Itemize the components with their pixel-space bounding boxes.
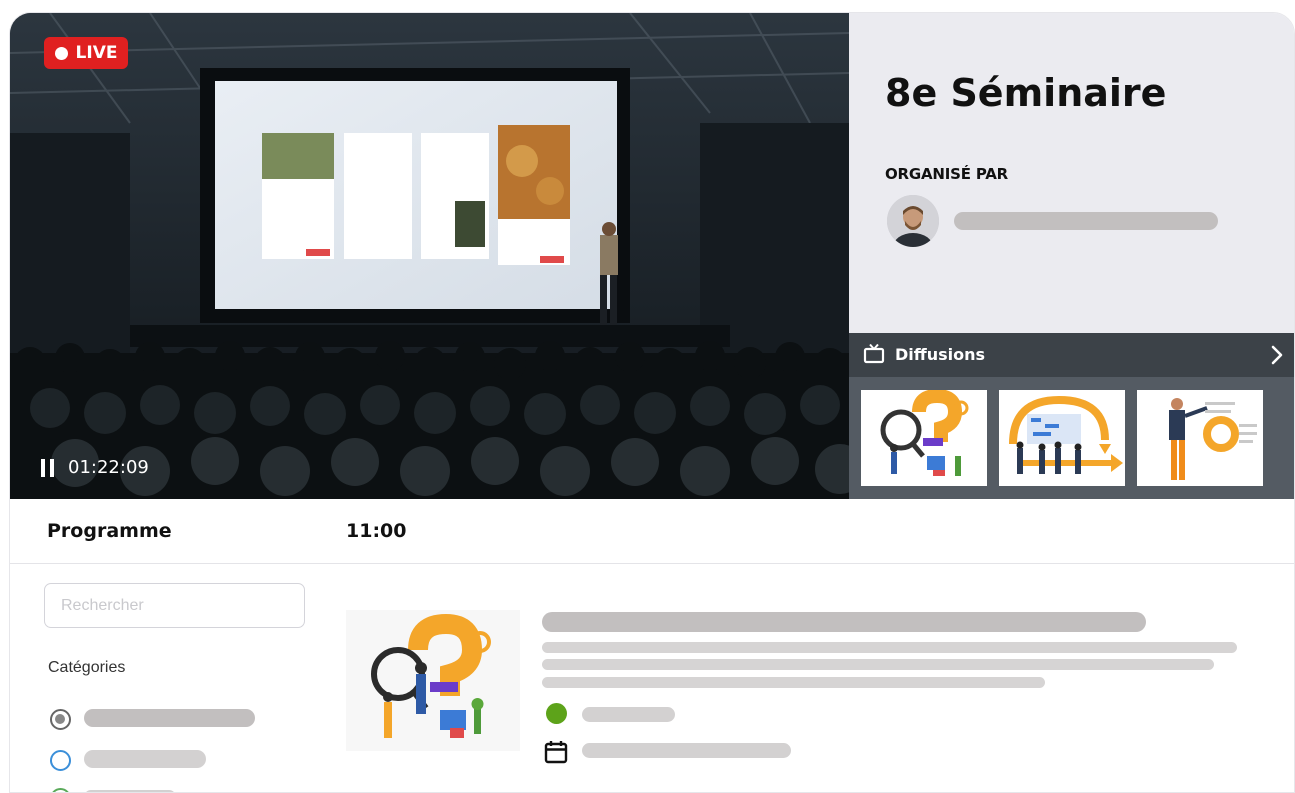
programme-bar: Programme 11:00 (10, 499, 1294, 564)
category-name-placeholder-1 (84, 709, 255, 727)
event-title: 8e Séminaire (885, 71, 1167, 115)
organiser-label: ORGANISÉ PAR (885, 165, 1009, 183)
tv-icon (863, 343, 885, 364)
event-page-card: LIVE 01:22:09 8e Séminaire ORGANISÉ PAR (9, 12, 1295, 793)
search-input[interactable] (44, 583, 305, 628)
chevron-right-icon[interactable] (1270, 345, 1284, 365)
diffusion-thumbnail-1[interactable] (861, 390, 987, 486)
diffusions-title: Diffusions (895, 345, 986, 364)
programme-time-heading: 11:00 (346, 520, 407, 542)
session-status-placeholder (582, 707, 675, 722)
session-title-placeholder (542, 612, 1146, 632)
session-description-line-3 (542, 677, 1045, 688)
live-dot-icon (54, 46, 68, 60)
category-name-placeholder-2 (84, 750, 206, 768)
programme-title: Programme (47, 520, 172, 542)
question-illustration-icon (861, 390, 987, 486)
diffusion-thumbnail-2[interactable] (999, 390, 1125, 486)
question-illustration-icon (346, 610, 520, 751)
conference-scene-image (10, 13, 849, 499)
video-controls: 01:22:09 (41, 457, 149, 478)
radio-selected-dot (55, 714, 65, 724)
person-avatar-icon (887, 195, 939, 247)
session-thumbnail[interactable] (346, 610, 520, 751)
presenter-illustration-icon (1137, 390, 1263, 486)
live-badge: LIVE (44, 37, 128, 69)
session-description-line-1 (542, 642, 1237, 653)
session-date-placeholder (582, 743, 791, 758)
workflow-illustration-icon (999, 390, 1125, 486)
elapsed-time: 01:22:09 (68, 457, 149, 478)
live-label: LIVE (75, 43, 118, 63)
diffusions-header[interactable]: Diffusions (849, 333, 1294, 377)
diffusions-panel: Diffusions (849, 333, 1294, 499)
category-radio-3[interactable] (50, 788, 71, 792)
pause-icon[interactable] (41, 458, 54, 477)
calendar-icon (544, 741, 568, 764)
categories-label: Catégories (48, 659, 126, 676)
event-info-panel: 8e Séminaire ORGANISÉ PAR (849, 13, 1294, 333)
organiser-avatar[interactable] (887, 195, 939, 247)
status-dot-icon (546, 703, 567, 724)
session-description-line-2 (542, 659, 1214, 670)
category-radio-2[interactable] (50, 750, 71, 771)
live-video-player[interactable]: LIVE 01:22:09 (10, 13, 849, 499)
category-radio-1[interactable] (50, 709, 71, 730)
organiser-name-placeholder (954, 212, 1218, 230)
diffusion-thumbnail-3[interactable] (1137, 390, 1263, 486)
